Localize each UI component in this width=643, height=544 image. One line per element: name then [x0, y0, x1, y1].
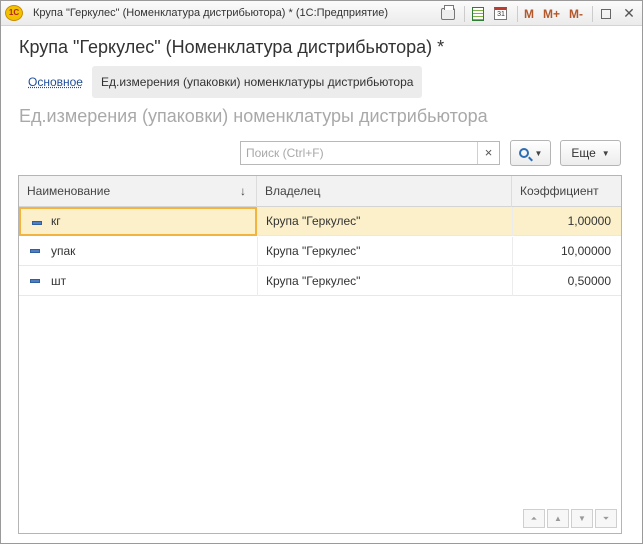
cell-name[interactable]: шт	[19, 267, 257, 296]
table-row[interactable]: шт Крупа "Геркулес" 0,50000	[19, 267, 621, 296]
calculator-icon	[471, 6, 484, 21]
print-button[interactable]	[438, 4, 458, 24]
restore-icon	[601, 8, 611, 19]
app-logo-icon[interactable]: 1С	[5, 5, 23, 21]
chevron-down-icon: ▼	[534, 148, 543, 158]
column-header-label: Наименование	[27, 184, 111, 198]
table-navigation: ⏶ ▲ ▼ ⏷	[521, 509, 617, 528]
memory-m-button[interactable]: M	[521, 4, 537, 24]
search-icon	[518, 148, 529, 158]
cell-name-text: кг	[51, 214, 61, 228]
cell-coefficient[interactable]: 10,00000	[512, 237, 621, 266]
table-header: Наименование ↓ Владелец Коэффициент	[19, 176, 621, 207]
column-header-name[interactable]: Наименование ↓	[19, 176, 257, 207]
cell-coefficient[interactable]: 1,00000	[512, 207, 621, 236]
calendar-button[interactable]: 31	[491, 4, 511, 24]
cell-name[interactable]: упак	[19, 237, 257, 266]
memory-add-button[interactable]: M+	[540, 4, 563, 24]
calendar-icon: 31	[494, 7, 508, 20]
first-icon: ⏶	[530, 513, 538, 523]
title-bar-tools: 31 M M+ M- ✕	[438, 1, 642, 26]
title-bar: 1С Крупа "Геркулес" (Номенклатура дистри…	[1, 1, 642, 26]
table-row[interactable]: кг Крупа "Геркулес" 1,00000	[19, 207, 621, 236]
sort-arrow-icon: ↓	[240, 184, 246, 198]
table-row[interactable]: упак Крупа "Геркулес" 10,00000	[19, 237, 621, 266]
search-box: ×	[240, 141, 500, 165]
last-icon: ⏷	[602, 513, 610, 523]
catalog-item-icon	[32, 221, 42, 225]
memory-subtract-button[interactable]: M-	[566, 4, 586, 24]
cell-name-text: упак	[51, 244, 76, 258]
close-icon: ✕	[623, 5, 635, 21]
window-title: Крупа "Геркулес" (Номенклатура дистрибью…	[33, 7, 389, 19]
search-options-button[interactable]: ▼	[510, 140, 551, 166]
cell-name-text: шт	[51, 274, 67, 288]
cell-owner[interactable]: Крупа "Геркулес"	[257, 207, 512, 236]
down-button[interactable]: ▼	[571, 509, 593, 528]
restore-button[interactable]	[596, 4, 616, 24]
calculator-button[interactable]	[468, 4, 488, 24]
column-header-owner[interactable]: Владелец	[257, 176, 512, 207]
search-input[interactable]	[241, 142, 478, 164]
section-title: Ед.измерения (упаковки) номенклатуры дис…	[19, 106, 488, 126]
form-title: Крупа "Геркулес" (Номенклатура дистрибью…	[19, 37, 445, 57]
toolbar-separator	[463, 5, 465, 22]
form-tabs: Основное Ед.измерения (упаковки) номенкл…	[19, 66, 423, 98]
search-clear-button[interactable]: ×	[477, 142, 499, 164]
more-button-label: Еще	[571, 146, 596, 160]
chevron-down-icon: ▼	[601, 148, 610, 158]
units-table: Наименование ↓ Владелец Коэффициент кг К…	[18, 175, 622, 534]
print-icon	[440, 4, 455, 20]
more-button[interactable]: Еще ▼	[560, 140, 621, 166]
close-button[interactable]: ✕	[619, 4, 639, 24]
cell-owner[interactable]: Крупа "Геркулес"	[257, 237, 512, 266]
up-icon: ▲	[554, 514, 562, 523]
up-button[interactable]: ▲	[547, 509, 569, 528]
toolbar-separator	[516, 5, 518, 22]
catalog-item-icon	[30, 279, 40, 283]
cell-owner[interactable]: Крупа "Геркулес"	[257, 267, 512, 296]
down-icon: ▼	[578, 514, 586, 523]
first-button[interactable]: ⏶	[523, 509, 545, 528]
toolbar-separator	[592, 5, 593, 22]
last-button[interactable]: ⏷	[595, 509, 617, 528]
catalog-item-icon	[30, 249, 40, 253]
cell-coefficient[interactable]: 0,50000	[512, 267, 621, 296]
column-header-coefficient[interactable]: Коэффициент	[512, 176, 621, 207]
cell-name[interactable]: кг	[19, 207, 257, 236]
tab-units[interactable]: Ед.измерения (упаковки) номенклатуры дис…	[91, 66, 423, 98]
app-window: 1С Крупа "Геркулес" (Номенклатура дистри…	[0, 0, 643, 544]
tab-main[interactable]: Основное	[19, 66, 92, 98]
